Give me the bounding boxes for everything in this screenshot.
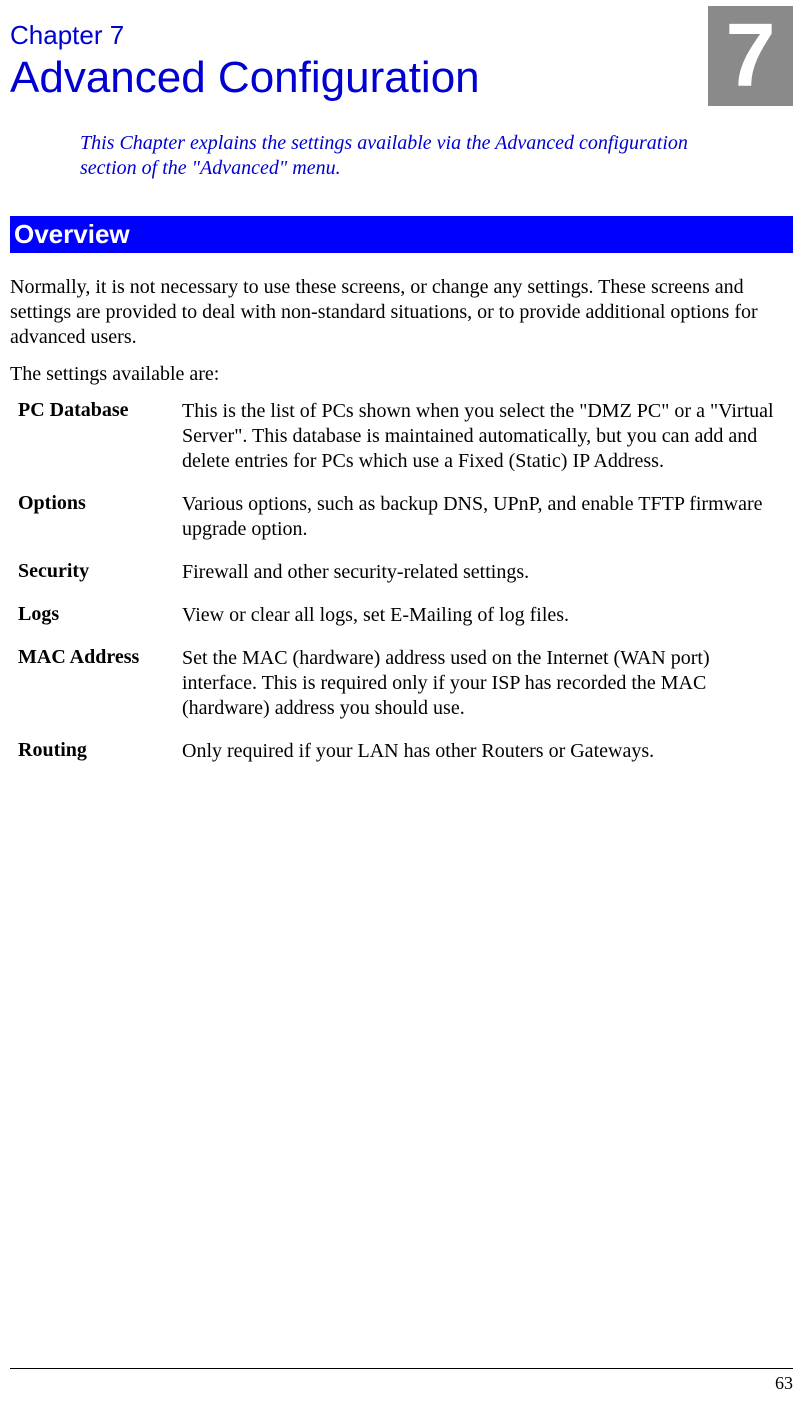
settings-def-logs: View or clear all logs, set E-Mailing of…	[182, 603, 577, 628]
settings-row: Logs View or clear all logs, set E-Maili…	[10, 603, 793, 628]
settings-row: Security Firewall and other security-rel…	[10, 560, 793, 585]
settings-term-pc-database: PC Database	[10, 399, 182, 474]
settings-row: Routing Only required if your LAN has ot…	[10, 739, 793, 764]
settings-term-options: Options	[10, 492, 182, 542]
body-paragraph-2: The settings available are:	[10, 362, 793, 387]
settings-def-pc-database: This is the list of PCs shown when you s…	[182, 399, 793, 474]
settings-row: Options Various options, such as backup …	[10, 492, 793, 542]
chapter-title: Advanced Configuration	[10, 53, 793, 103]
settings-def-mac-address: Set the MAC (hardware) address used on t…	[182, 646, 793, 721]
settings-row: PC Database This is the list of PCs show…	[10, 399, 793, 474]
settings-table: PC Database This is the list of PCs show…	[10, 399, 793, 764]
settings-term-mac-address: MAC Address	[10, 646, 182, 721]
body-paragraph-1: Normally, it is not necessary to use the…	[10, 275, 793, 350]
section-header-overview: Overview	[10, 216, 793, 253]
settings-row: MAC Address Set the MAC (hardware) addre…	[10, 646, 793, 721]
settings-term-security: Security	[10, 560, 182, 585]
chapter-number-badge: 7	[708, 6, 793, 106]
settings-def-security: Firewall and other security-related sett…	[182, 560, 537, 585]
page-number: 63	[775, 1373, 793, 1393]
chapter-description: This Chapter explains the settings avail…	[80, 131, 733, 181]
page-footer: 63	[10, 1368, 793, 1394]
settings-term-logs: Logs	[10, 603, 182, 628]
chapter-number: 7	[725, 11, 775, 101]
chapter-label: Chapter 7	[10, 20, 793, 51]
settings-term-routing: Routing	[10, 739, 182, 764]
settings-def-routing: Only required if your LAN has other Rout…	[182, 739, 662, 764]
settings-def-options: Various options, such as backup DNS, UPn…	[182, 492, 793, 542]
